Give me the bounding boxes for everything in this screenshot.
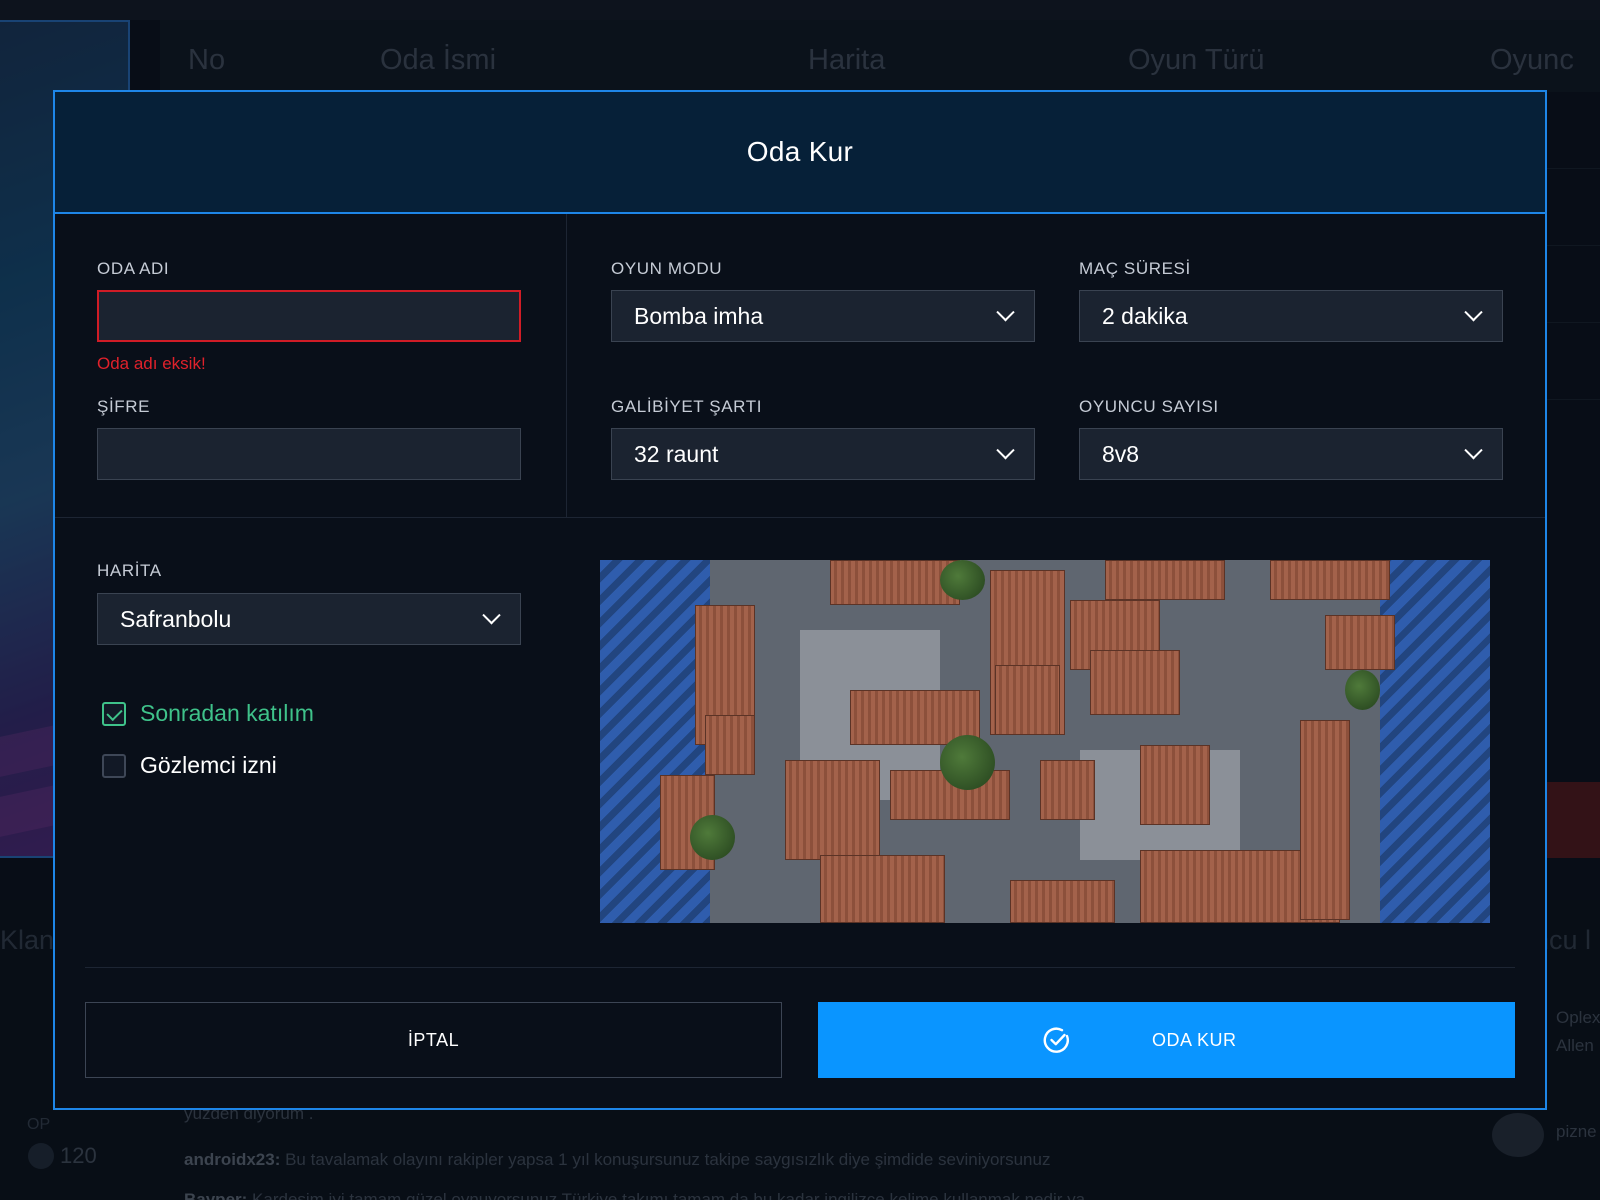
checkbox-unchecked-icon (102, 753, 126, 778)
modal-header: Oda Kur (55, 92, 1545, 214)
late-join-label: Sonradan katılım (140, 700, 314, 726)
password-input[interactable] (97, 428, 521, 480)
game-mode-label: OYUN MODU (611, 259, 723, 278)
create-room-modal: Oda Kur ODA ADI Oda adı eksik! ŞİFRE OYU… (53, 90, 1547, 1110)
chevron-down-icon (1464, 440, 1483, 459)
create-room-label: ODA KUR (1152, 1030, 1237, 1050)
spectator-checkbox[interactable]: Gözlemci izni (102, 752, 277, 779)
room-name-label: ODA ADI (97, 259, 170, 278)
password-label: ŞİFRE (97, 397, 151, 416)
divider (566, 214, 567, 518)
chevron-down-icon (1464, 302, 1483, 321)
late-join-checkbox[interactable]: Sonradan katılım (102, 700, 314, 727)
map-select[interactable]: Safranbolu (97, 593, 521, 645)
chevron-down-icon (482, 605, 501, 624)
player-count-select[interactable]: 8v8 (1079, 428, 1503, 480)
chevron-down-icon (996, 440, 1015, 459)
room-settings-section: ODA ADI Oda adı eksik! ŞİFRE OYUN MODU B… (55, 214, 1545, 518)
checkbox-checked-icon (102, 701, 126, 726)
map-label: HARİTA (97, 561, 162, 580)
chevron-down-icon (996, 302, 1015, 321)
map-preview-image (600, 560, 1490, 923)
modal-title: Oda Kur (746, 136, 854, 167)
room-name-error: Oda adı eksik! (97, 354, 206, 373)
match-time-label: MAÇ SÜRESİ (1079, 259, 1191, 278)
win-condition-select[interactable]: 32 raunt (611, 428, 1035, 480)
spectator-label: Gözlemci izni (140, 752, 277, 778)
match-time-select[interactable]: 2 dakika (1079, 290, 1503, 342)
win-condition-label: GALİBİYET ŞARTI (611, 397, 763, 416)
room-name-input[interactable] (97, 290, 521, 342)
map-section: HARİTA Safranbolu Sonradan katılım Gözle… (85, 518, 1515, 968)
create-room-button[interactable]: ODA KUR (818, 1002, 1515, 1078)
game-mode-select[interactable]: Bomba imha (611, 290, 1035, 342)
cancel-button[interactable]: İPTAL (85, 1002, 782, 1078)
check-circle-icon (1043, 1027, 1069, 1053)
player-count-label: OYUNCU SAYISI (1079, 397, 1219, 416)
